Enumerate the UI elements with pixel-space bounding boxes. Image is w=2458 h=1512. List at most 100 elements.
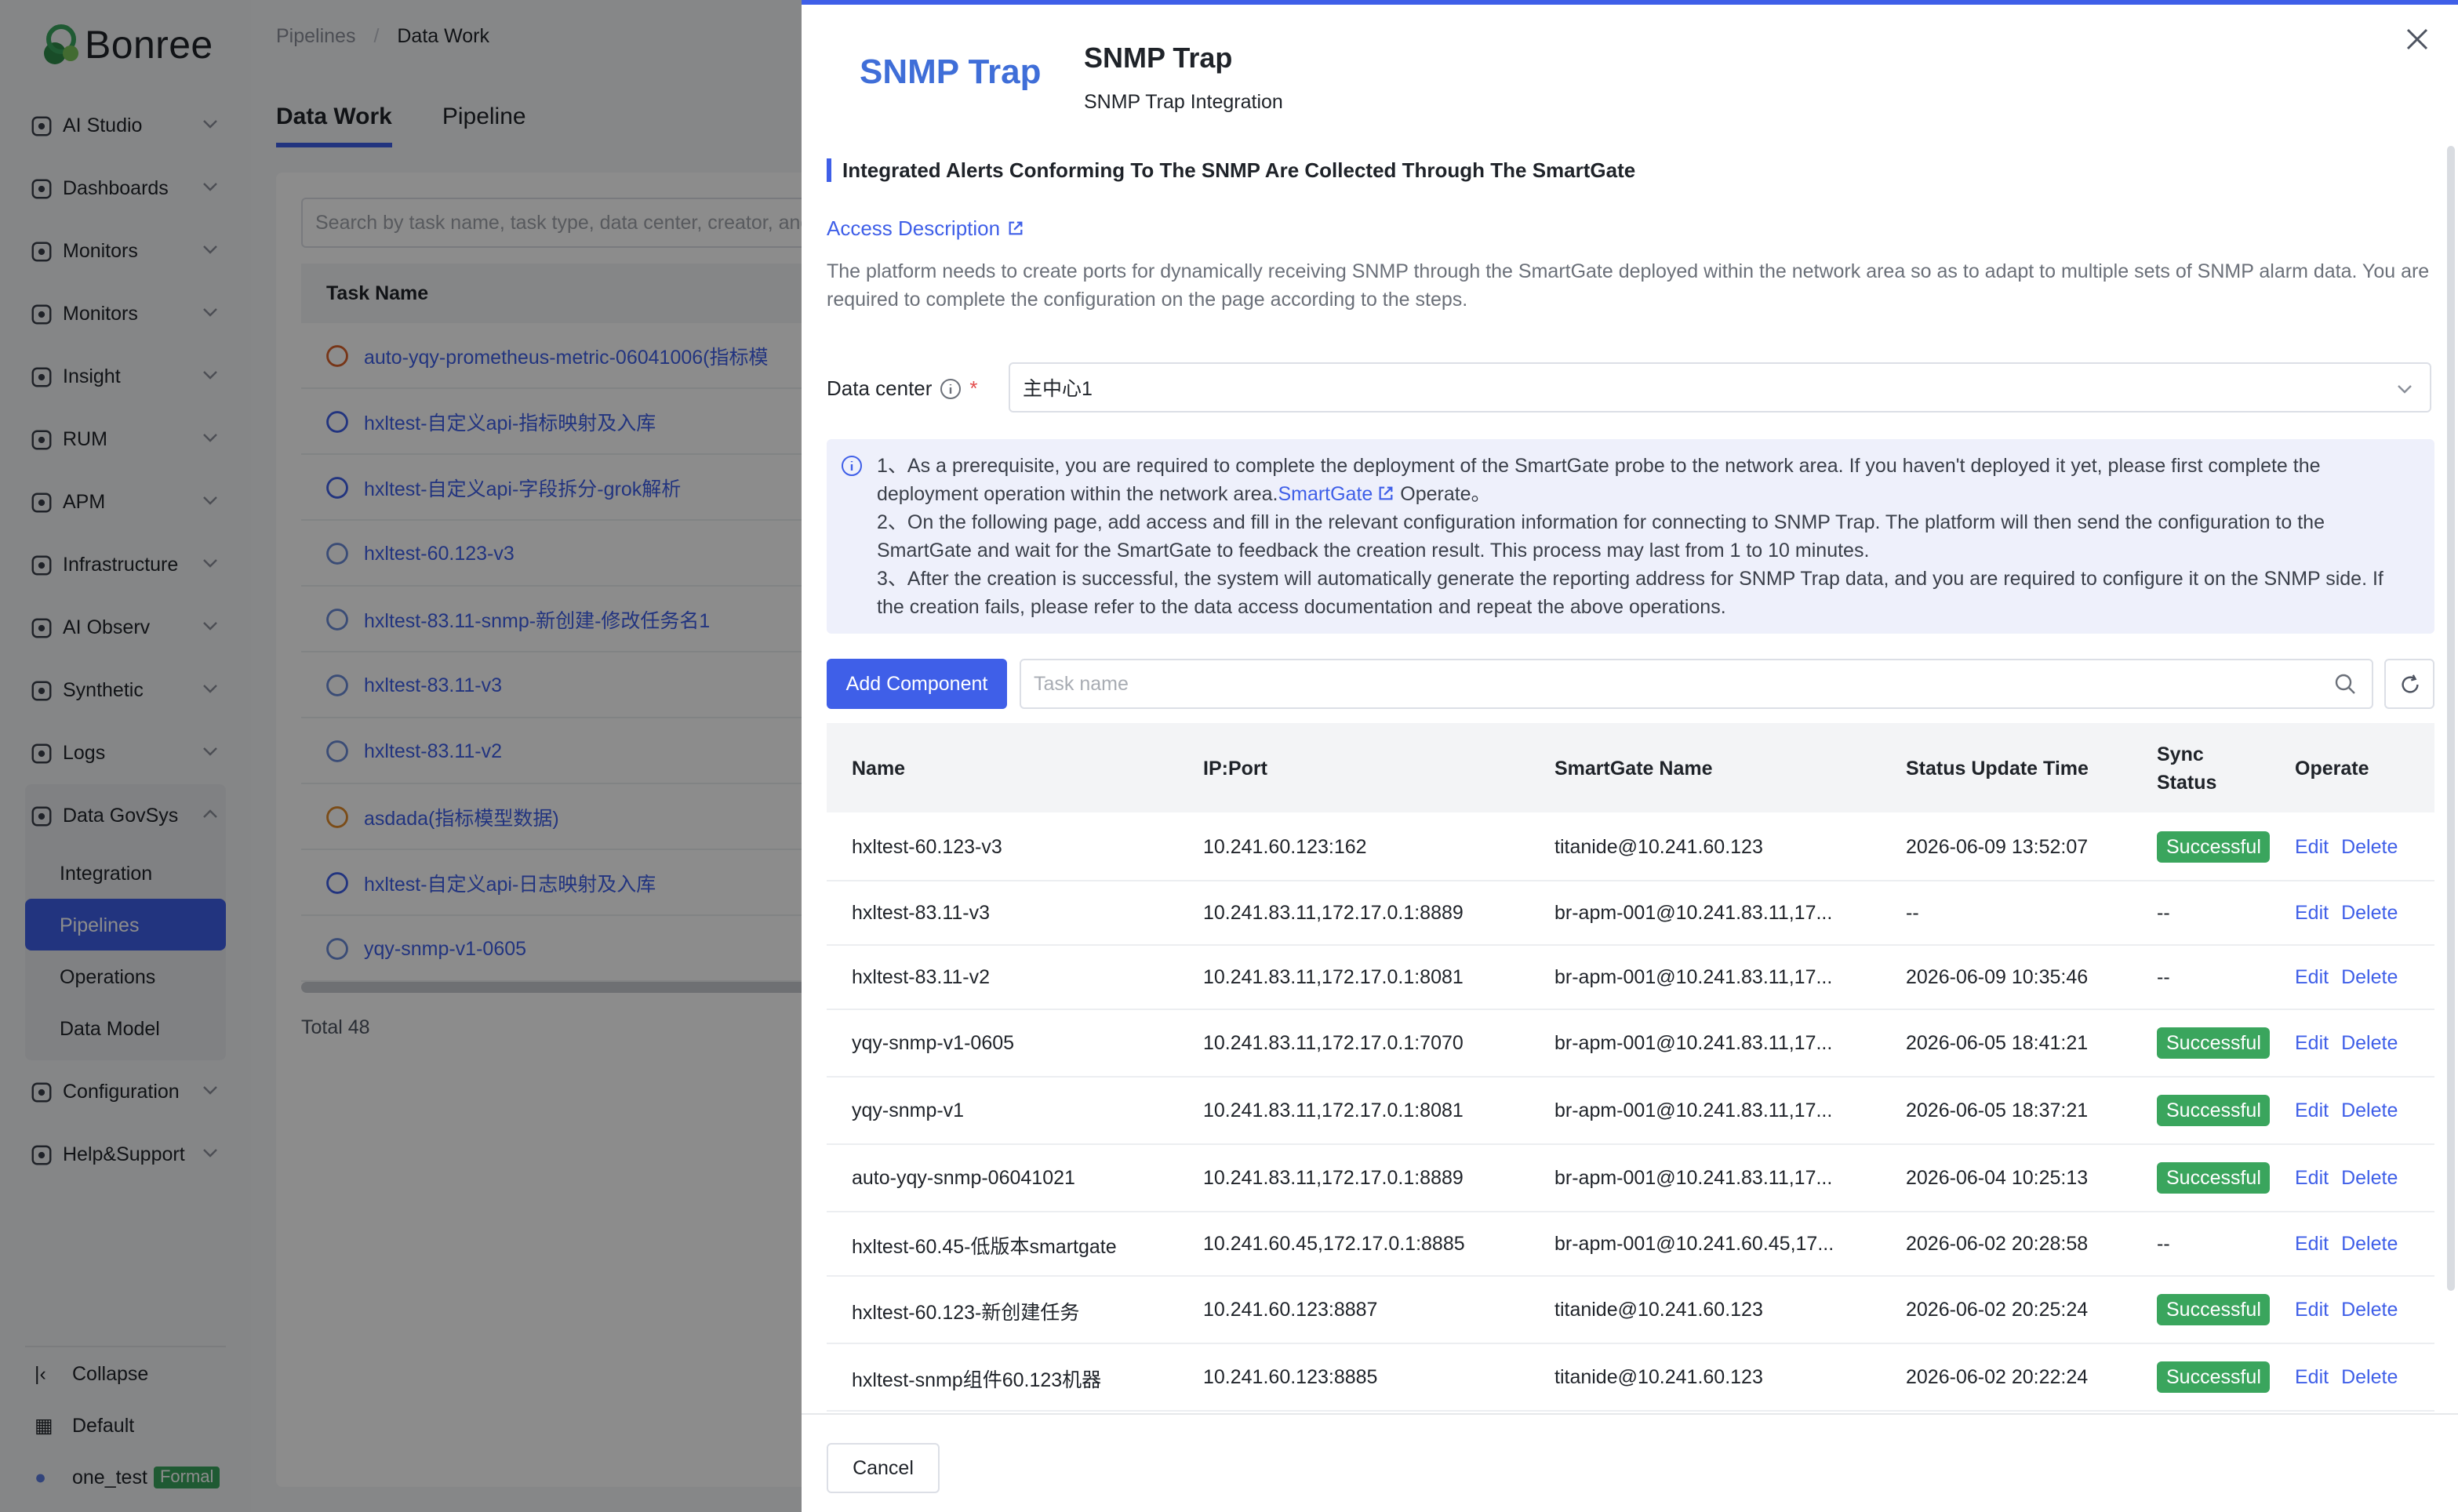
edit-button[interactable]: Edit	[2295, 902, 2329, 924]
cell-sync-status: Successful	[2157, 1162, 2295, 1194]
cell-name: hxltest-60.123-新创建任务	[852, 1301, 1080, 1323]
cell-operate: Edit Delete	[2295, 1099, 2434, 1121]
cancel-button[interactable]: Cancel	[827, 1443, 940, 1493]
delete-button[interactable]: Delete	[2341, 902, 2398, 924]
cell-smartgate-name: titanide@10.241.60.123	[1554, 1366, 1763, 1388]
delete-button[interactable]: Delete	[2341, 1299, 2398, 1321]
cell-operate: Edit Delete	[2295, 1032, 2434, 1054]
refresh-button[interactable]	[2384, 659, 2434, 709]
snmp-trap-drawer: SNMP Trap SNMP Trap SNMP Trap Integratio…	[802, 0, 2458, 1512]
info-circle-icon	[842, 456, 862, 476]
column-status-update-time: Status Update Time	[1906, 757, 2089, 779]
cell-status-update-time: 2026-06-02 20:25:24	[1906, 1299, 2089, 1321]
data-center-label: Data center *	[827, 376, 978, 400]
table-row: auto-yqy-snmp-06041021 10.241.83.11,172.1…	[827, 1145, 2434, 1212]
cell-sync-status: Successful	[2157, 831, 2295, 862]
column-operate: Operate	[2295, 757, 2369, 779]
cell-sync-status: Successful	[2157, 1294, 2295, 1325]
status-badge: Successful	[2157, 831, 2271, 862]
cell-sync-status: --	[2157, 1230, 2295, 1258]
task-name-placeholder: Task name	[1034, 673, 1129, 695]
cell-sync-status: --	[2157, 963, 2295, 991]
data-center-select[interactable]: 主中心1	[1009, 362, 2431, 413]
access-description-label: Access Description	[827, 216, 1001, 240]
cell-ip-port: 10.241.83.11,172.17.0.1:8889	[1203, 1167, 1464, 1189]
cell-name: yqy-snmp-v1	[852, 1099, 965, 1121]
edit-button[interactable]: Edit	[2295, 1233, 2329, 1255]
delete-button[interactable]: Delete	[2341, 1366, 2398, 1388]
add-component-button[interactable]: Add Component	[827, 659, 1007, 709]
task-name-input[interactable]: Task name	[1020, 659, 2373, 709]
cell-smartgate-name: br-apm-001@10.241.83.11,17...	[1554, 1099, 1833, 1121]
delete-button[interactable]: Delete	[2341, 1167, 2398, 1189]
delete-button[interactable]: Delete	[2341, 1233, 2398, 1255]
cell-smartgate-name: br-apm-001@10.241.83.11,17...	[1554, 1032, 1833, 1054]
cell-status-update-time: 2026-06-05 18:37:21	[1906, 1099, 2089, 1121]
cell-status-update-time: 2026-06-05 18:41:21	[1906, 1032, 2089, 1054]
delete-button[interactable]: Delete	[2341, 1099, 2398, 1121]
cell-status-update-time: 2026-06-04 10:25:13	[1906, 1167, 2089, 1189]
instruction-step-2: 2、On the following page, add access and …	[877, 511, 2325, 562]
delete-button[interactable]: Delete	[2341, 1032, 2398, 1054]
integration-description: The platform needs to create ports for d…	[827, 260, 2430, 311]
table-row: hxltest-60.45-低版本smartgate 10.241.60.45,1…	[827, 1212, 2434, 1277]
edit-button[interactable]: Edit	[2295, 1099, 2329, 1121]
search-icon[interactable]	[2334, 673, 2356, 695]
instruction-step-3: 3、After the creation is successful, the …	[877, 568, 2383, 618]
footer-divider	[802, 1413, 2458, 1415]
edit-button[interactable]: Edit	[2295, 1299, 2329, 1321]
data-center-label-text: Data center	[827, 376, 933, 400]
cell-name: hxltest-83.11-v3	[852, 902, 991, 924]
edit-button[interactable]: Edit	[2295, 1366, 2329, 1388]
access-description-link[interactable]: Access Description	[827, 216, 1024, 240]
edit-button[interactable]: Edit	[2295, 1032, 2329, 1054]
delete-button[interactable]: Delete	[2341, 835, 2398, 857]
refresh-icon	[2401, 674, 2418, 692]
table-row: hxltest-snmp组件60.123机器 10.241.60.123:8885…	[827, 1344, 2434, 1412]
column-ip-port: IP:Port	[1203, 757, 1267, 779]
drawer-subtitle: SNMP Trap Integration	[1084, 91, 1283, 113]
cell-operate: Edit Delete	[2295, 1299, 2434, 1321]
drawer-scrollbar[interactable]	[2447, 146, 2455, 1291]
cell-ip-port: 10.241.60.123:8887	[1203, 1299, 1378, 1321]
cell-ip-port: 10.241.83.11,172.17.0.1:8081	[1203, 1099, 1464, 1121]
cell-name: hxltest-60.45-低版本smartgate	[852, 1235, 1117, 1257]
edit-button[interactable]: Edit	[2295, 966, 2329, 988]
cell-operate: Edit Delete	[2295, 835, 2434, 857]
status-badge: Successful	[2157, 1095, 2271, 1126]
edit-button[interactable]: Edit	[2295, 835, 2329, 857]
screen: Bonree AI Studio Dashboards Monitors Monito…	[0, 0, 2458, 1512]
edit-button[interactable]: Edit	[2295, 1167, 2329, 1189]
section-title: Integrated Alerts Conforming To The SNMP…	[827, 158, 1635, 182]
close-icon[interactable]	[2405, 27, 2430, 52]
status-badge: Successful	[2157, 1162, 2271, 1194]
cell-ip-port: 10.241.83.11,172.17.0.1:8889	[1203, 902, 1464, 924]
cell-smartgate-name: titanide@10.241.60.123	[1554, 1299, 1763, 1321]
cell-ip-port: 10.241.83.11,172.17.0.1:8081	[1203, 966, 1464, 988]
table-header: Name IP:Port SmartGate Name Status Updat…	[827, 723, 2434, 812]
cell-name: yqy-snmp-v1-0605	[852, 1032, 1015, 1054]
instruction-step-1-suffix: Operate。	[1394, 483, 1491, 505]
status-badge: Successful	[2157, 1361, 2271, 1393]
table-row: yqy-snmp-v1 10.241.83.11,172.17.0.1:8081 b…	[827, 1078, 2434, 1145]
component-table: Name IP:Port SmartGate Name Status Updat…	[827, 723, 2434, 1412]
cell-smartgate-name: br-apm-001@10.241.60.45,17...	[1554, 1233, 1834, 1255]
cell-ip-port: 10.241.60.123:162	[1203, 835, 1367, 857]
cell-operate: Edit Delete	[2295, 1167, 2434, 1189]
cell-name: hxltest-snmp组件60.123机器	[852, 1368, 1102, 1390]
cell-sync-status: Successful	[2157, 1361, 2295, 1393]
cell-status-update-time: 2026-06-02 20:28:58	[1906, 1233, 2089, 1255]
cell-operate: Edit Delete	[2295, 902, 2434, 924]
table-row: hxltest-83.11-v3 10.241.83.11,172.17.0.1:…	[827, 881, 2434, 946]
table-row: yqy-snmp-v1-0605 10.241.83.11,172.17.0.1:…	[827, 1010, 2434, 1078]
table-row: hxltest-60.123-新创建任务 10.241.60.123:8887 ti…	[827, 1277, 2434, 1344]
cell-name: hxltest-60.123-v3	[852, 835, 1002, 857]
cell-ip-port: 10.241.83.11,172.17.0.1:7070	[1203, 1032, 1464, 1054]
smartgate-link[interactable]: SmartGate	[1278, 483, 1373, 505]
delete-button[interactable]: Delete	[2341, 966, 2398, 988]
info-icon[interactable]	[940, 377, 962, 399]
instructions-box: 1、As a prerequisite, you are required to…	[827, 439, 2434, 634]
required-mark: *	[969, 376, 978, 400]
cell-smartgate-name: br-apm-001@10.241.83.11,17...	[1554, 902, 1833, 924]
table-row: hxltest-60.123-v3 10.241.60.123:162 titani…	[827, 812, 2434, 881]
